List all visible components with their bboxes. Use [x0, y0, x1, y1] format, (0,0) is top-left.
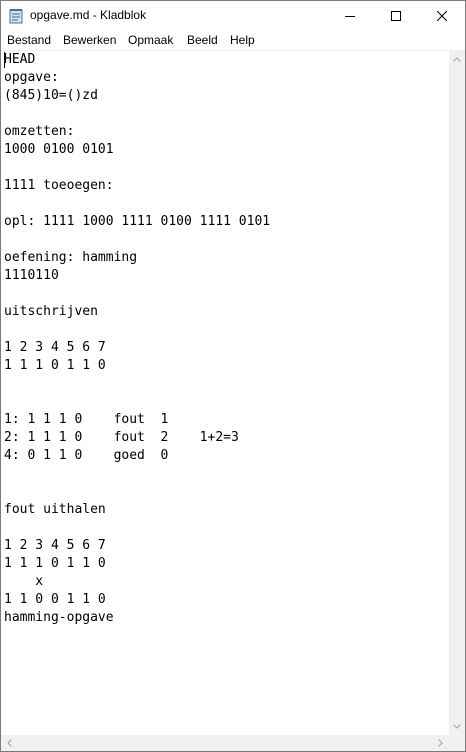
- scroll-right-button[interactable]: [432, 735, 449, 751]
- chevron-left-icon: [7, 739, 12, 747]
- text-line: 1 1 1 0 1 1 0: [4, 358, 106, 373]
- scrollbar-corner: [449, 735, 465, 751]
- menu-beeld[interactable]: Beeld: [187, 33, 218, 47]
- text-line: fout uithalen: [4, 502, 106, 517]
- maximize-button[interactable]: [373, 1, 419, 30]
- scroll-left-button[interactable]: [1, 735, 18, 751]
- text-line: 1110110: [4, 268, 59, 283]
- chevron-right-icon: [438, 739, 443, 747]
- text-line: 2: 1 1 1 0 fout 2 1+2=3: [4, 430, 239, 445]
- text-line: opgave:: [4, 70, 59, 85]
- minimize-button[interactable]: [327, 1, 373, 30]
- text-line: x: [4, 574, 44, 589]
- menu-help[interactable]: Help: [230, 33, 255, 47]
- chevron-up-icon: [453, 57, 461, 62]
- text-line: 1 2 3 4 5 6 7: [4, 538, 106, 553]
- close-button[interactable]: [419, 1, 465, 30]
- title-bar[interactable]: opgave.md - Kladblok: [1, 1, 465, 30]
- text-line: HEAD: [4, 52, 36, 67]
- close-icon: [437, 10, 447, 21]
- notepad-app-icon: [9, 8, 23, 24]
- text-line: 1 1 0 0 1 1 0: [4, 592, 106, 607]
- menu-bewerken[interactable]: Bewerken: [63, 33, 116, 47]
- chevron-down-icon: [453, 724, 461, 729]
- scroll-down-button[interactable]: [449, 718, 465, 735]
- text-line: (845)10=()zd: [4, 88, 98, 103]
- text-line: uitschrijven: [4, 304, 98, 319]
- text-line: 4: 0 1 1 0 goed 0: [4, 448, 169, 463]
- menu-bestand[interactable]: Bestand: [7, 33, 51, 47]
- horizontal-scrollbar[interactable]: [1, 735, 449, 751]
- text-line: hamming-opgave: [4, 610, 114, 625]
- text-line: 1000 0100 0101: [4, 142, 114, 157]
- text-line: opl: 1111 1000 1111 0100 1111 0101: [4, 214, 271, 229]
- scroll-up-button[interactable]: [449, 51, 465, 68]
- menu-opmaak[interactable]: Opmaak: [128, 33, 173, 47]
- maximize-icon: [391, 10, 401, 21]
- text-line: 1111 toeoegen:: [4, 178, 114, 193]
- text-line: oefening: hamming: [4, 250, 138, 265]
- menu-bar: Bestand Bewerken Opmaak Beeld Help: [1, 31, 465, 51]
- window-title: opgave.md - Kladblok: [30, 8, 147, 22]
- notepad-window: opgave.md - Kladblok Bestand Bewerken Op…: [0, 0, 466, 752]
- text-line: 1 2 3 4 5 6 7: [4, 340, 106, 355]
- minimize-icon: [345, 15, 355, 17]
- text-editor-area[interactable]: HEAD opgave: (845)10=()zd omzetten: 1000…: [1, 51, 449, 735]
- text-line: omzetten:: [4, 124, 75, 139]
- text-line: 1 1 1 0 1 1 0: [4, 556, 106, 571]
- text-line: 1: 1 1 1 0 fout 1: [4, 412, 169, 427]
- vertical-scrollbar[interactable]: [449, 51, 465, 735]
